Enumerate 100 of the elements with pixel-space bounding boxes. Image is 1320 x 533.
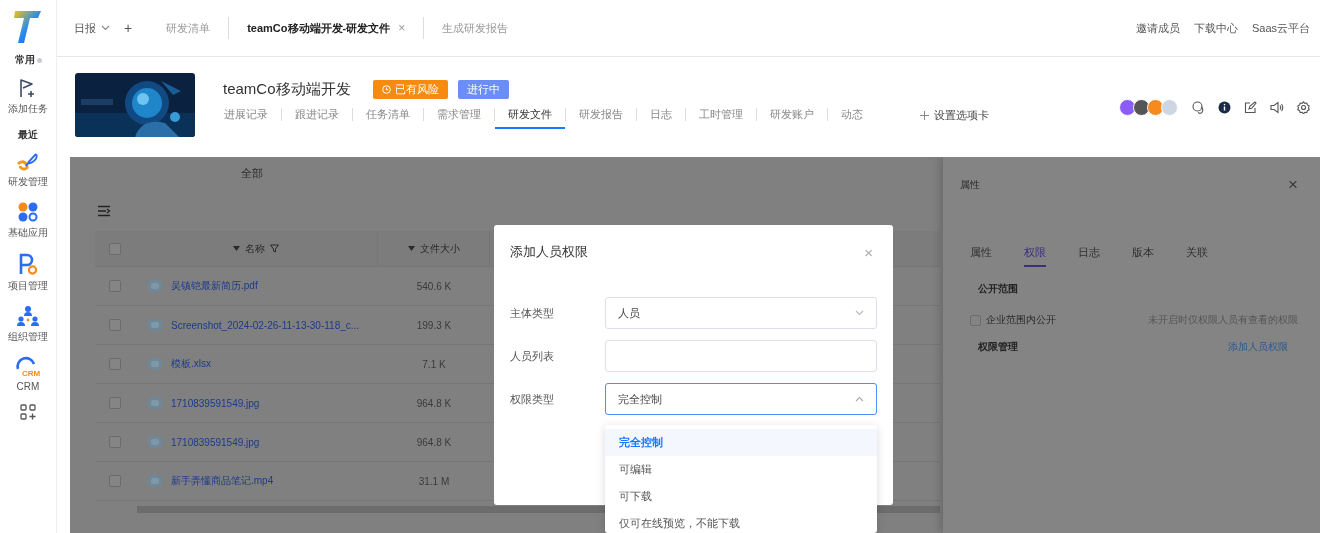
select-field[interactable]: 人员 [605,297,877,329]
project-title: teamCo移动端开发 [223,79,351,99]
dropdown-option[interactable]: 可编辑 [605,456,877,483]
dot-icon [36,57,42,63]
tab[interactable]: 研发清单 [148,20,229,36]
file-icon [147,278,163,294]
status-badge: 已有风险 [372,79,448,99]
info-icon[interactable] [1218,100,1231,114]
dropdown-option[interactable]: 仅可在线预览，不能下载 [605,510,877,533]
checkbox-label[interactable]: 企业范围内公开 [986,313,1056,327]
file-link[interactable]: 吴镇铠最新简历.pdf [171,279,258,293]
edit-icon[interactable] [1244,100,1257,114]
file-link[interactable]: 新手弄懂商品笔记.mp4 [171,474,274,488]
filter-label[interactable]: 全部 [241,165,263,181]
clock-icon [381,84,391,94]
tab[interactable]: 动态 [828,106,876,129]
tab[interactable]: 研发报告 [566,106,636,129]
report-menu[interactable]: 日报 [74,20,110,36]
swoosh-icon[interactable] [16,152,40,172]
file-icon [147,395,163,411]
plus-icon[interactable] [920,110,929,120]
filter-icon[interactable] [270,244,279,253]
header-link[interactable]: 下载中心 [1193,20,1238,36]
checkbox[interactable] [970,314,981,326]
section-heading: 权限管理 [978,340,1018,354]
table-cell: 964.8 K [416,397,452,409]
tab[interactable]: 工时管理 [686,106,756,129]
tab[interactable]: 属性 [970,245,992,267]
checkbox[interactable] [109,436,121,448]
tab[interactable]: 关联 [1186,245,1208,267]
checkbox[interactable] [109,397,121,409]
tab[interactable]: 跟进记录 [282,106,352,129]
section-label: 最近 [18,128,38,142]
file-link[interactable]: Screenshot_2024-02-26-11-13-30-118_c... [171,319,360,331]
logo-icon[interactable] [13,9,43,45]
dialog-title: 添加人员权限 [510,243,588,261]
chat-icon[interactable] [1192,100,1205,114]
add-button[interactable]: + [124,20,133,36]
tab[interactable]: teamCo移动端开发-研发文件 × [229,20,424,36]
project-icon[interactable] [17,252,39,276]
apps-icon[interactable] [17,201,39,223]
app-label[interactable]: CRM [16,381,40,392]
chevron-down-icon [855,310,864,316]
add-permission-link[interactable]: 添加人员权限 [1228,340,1288,354]
dropdown-option[interactable]: 可下载 [605,483,877,510]
panel-title: 属性 [960,177,980,192]
chevron-down-icon [101,25,110,31]
select-field[interactable]: 完全控制 [605,383,877,415]
checkbox[interactable] [109,280,121,292]
file-link[interactable]: 模板.xlsx [171,357,211,371]
settings-icon[interactable] [1297,100,1310,114]
field-label: 权限类型 [510,391,555,407]
chevron-up-icon [855,396,864,402]
grid-icon[interactable] [20,404,36,420]
header-link[interactable]: 邀请成员 [1135,20,1180,36]
header-link[interactable]: Saas云平台 [1251,20,1310,36]
avatar[interactable] [1119,98,1136,116]
checkbox[interactable] [109,358,121,370]
section-heading: 公开范围 [978,282,1019,296]
input-field[interactable] [605,340,877,372]
sort-caret-icon[interactable] [233,246,240,251]
tab[interactable]: 需求管理 [424,106,494,129]
close-icon[interactable]: × [398,21,406,35]
tab[interactable]: 权限 [1024,245,1046,267]
column-header[interactable]: 文件大小 [419,241,460,256]
speaker-icon[interactable] [1270,100,1284,114]
people-icon[interactable] [16,305,40,327]
app-label[interactable]: 项目管理 [8,279,48,293]
checkbox[interactable] [109,242,121,255]
tab[interactable]: 日志 [637,106,685,129]
close-icon[interactable]: × [864,243,873,261]
app-label[interactable]: 添加任务 [8,102,48,116]
column-header[interactable]: 名称 [245,241,265,256]
table-cell: 964.8 K [416,436,452,448]
tab[interactable]: 日志 [1078,245,1100,267]
app-label[interactable]: 基础应用 [8,226,48,240]
app-label[interactable]: 研发管理 [8,175,48,189]
tab[interactable]: 进展记录 [223,106,281,129]
table-cell: 540.6 K [416,280,452,292]
file-link[interactable]: 1710839591549.jpg [171,436,260,448]
list-icon[interactable] [97,205,111,217]
app-label[interactable]: 组织管理 [8,330,48,344]
dropdown-option[interactable]: 完全控制 [605,429,877,456]
tab[interactable]: 研发账户 [757,106,827,129]
status-badge: 进行中 [457,79,509,99]
checkbox[interactable] [109,475,121,487]
table-cell: 7.1 K [422,358,446,370]
tab[interactable]: 生成研发报告 [424,20,527,36]
sort-caret-icon[interactable] [407,246,415,251]
tab[interactable]: 研发文件 [495,106,565,129]
tab[interactable]: 版本 [1132,245,1154,267]
file-icon [147,317,163,333]
file-icon [147,434,163,450]
add-tab-button[interactable]: 设置选项卡 [920,107,989,128]
file-link[interactable]: 1710839591549.jpg [171,397,260,409]
close-icon[interactable]: × [1288,176,1298,193]
field-label: 人员列表 [510,348,555,364]
checkbox[interactable] [109,319,121,331]
tab[interactable]: 任务清单 [353,106,423,129]
avatar[interactable] [1133,98,1150,116]
